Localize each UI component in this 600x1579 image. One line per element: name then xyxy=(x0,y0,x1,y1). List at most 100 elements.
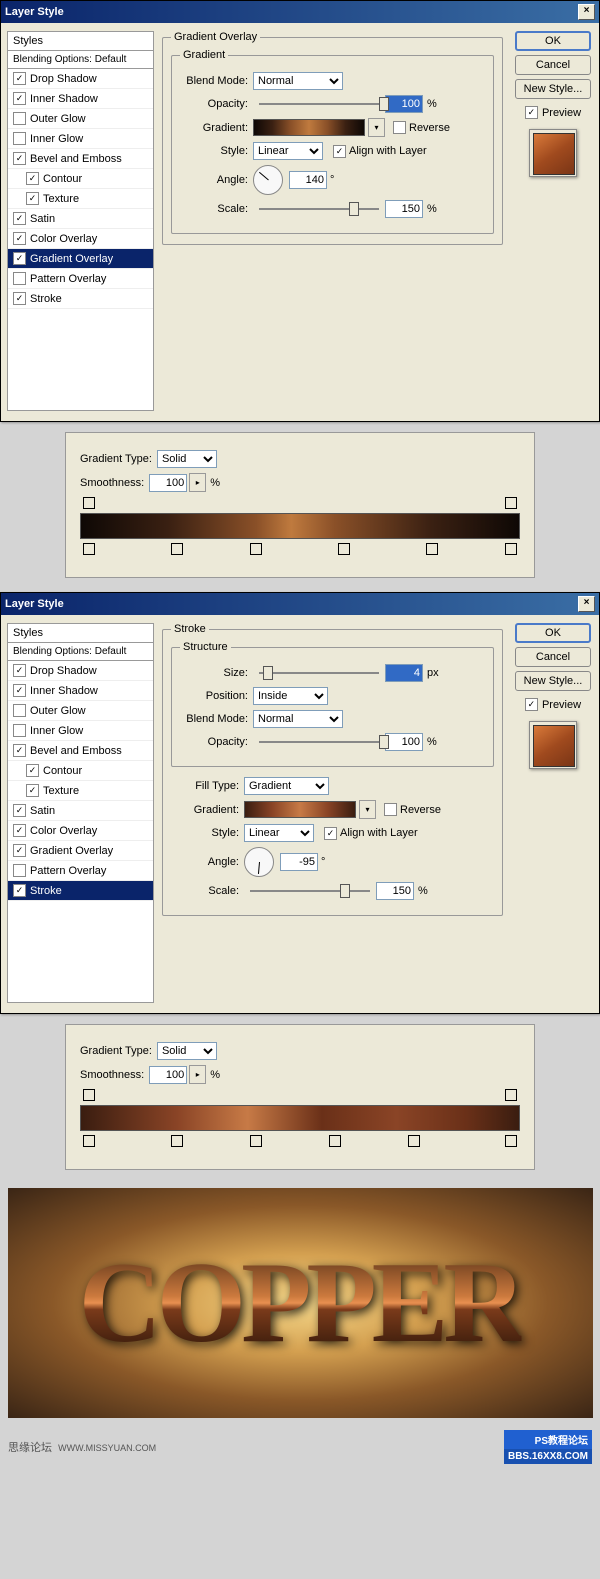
color-stop[interactable] xyxy=(408,1135,420,1147)
style-item-drop-shadow[interactable]: Drop Shadow xyxy=(8,661,153,681)
style-checkbox[interactable] xyxy=(13,664,26,677)
close-icon[interactable]: × xyxy=(578,596,595,612)
style-item-stroke[interactable]: Stroke xyxy=(8,289,153,309)
smoothness-input[interactable] xyxy=(149,1066,187,1084)
angle-input[interactable] xyxy=(280,853,318,871)
style-item-texture[interactable]: Texture xyxy=(8,781,153,801)
opacity-input[interactable] xyxy=(385,95,423,113)
color-stop[interactable] xyxy=(505,543,517,555)
new-style-button[interactable]: New Style... xyxy=(515,79,591,99)
style-item-color-overlay[interactable]: Color Overlay xyxy=(8,821,153,841)
style-checkbox[interactable] xyxy=(13,212,26,225)
style-select[interactable]: Linear xyxy=(253,142,323,160)
opacity-slider[interactable] xyxy=(259,103,379,105)
color-stop[interactable] xyxy=(250,543,262,555)
style-checkbox[interactable] xyxy=(13,824,26,837)
reverse-checkbox[interactable] xyxy=(393,121,406,134)
new-style-button[interactable]: New Style... xyxy=(515,671,591,691)
titlebar[interactable]: Layer Style × xyxy=(1,1,599,23)
preview-checkbox[interactable] xyxy=(525,106,538,119)
style-checkbox[interactable] xyxy=(26,764,39,777)
styles-header[interactable]: Styles xyxy=(8,32,153,51)
style-checkbox[interactable] xyxy=(13,864,26,877)
smoothness-arrow-icon[interactable]: ▸ xyxy=(189,473,206,492)
gradient-dropdown-icon[interactable]: ▾ xyxy=(368,118,385,137)
cancel-button[interactable]: Cancel xyxy=(515,55,591,75)
color-stop[interactable] xyxy=(83,1135,95,1147)
color-stop[interactable] xyxy=(171,543,183,555)
reverse-checkbox[interactable] xyxy=(384,803,397,816)
color-stop[interactable] xyxy=(329,1135,341,1147)
style-item-bevel-and-emboss[interactable]: Bevel and Emboss xyxy=(8,741,153,761)
align-checkbox[interactable] xyxy=(333,145,346,158)
opacity-stop[interactable] xyxy=(83,497,95,509)
style-select[interactable]: Linear xyxy=(244,824,314,842)
smoothness-arrow-icon[interactable]: ▸ xyxy=(189,1065,206,1084)
style-item-gradient-overlay[interactable]: Gradient Overlay xyxy=(8,249,153,269)
titlebar[interactable]: Layer Style × xyxy=(1,593,599,615)
fill-type-select[interactable]: Gradient xyxy=(244,777,329,795)
scale-slider[interactable] xyxy=(250,890,370,892)
style-checkbox[interactable] xyxy=(13,724,26,737)
style-item-inner-glow[interactable]: Inner Glow xyxy=(8,721,153,741)
style-checkbox[interactable] xyxy=(13,744,26,757)
style-item-inner-shadow[interactable]: Inner Shadow xyxy=(8,681,153,701)
style-checkbox[interactable] xyxy=(13,272,26,285)
cancel-button[interactable]: Cancel xyxy=(515,647,591,667)
ok-button[interactable]: OK xyxy=(515,623,591,643)
gradient-preview[interactable] xyxy=(244,801,356,818)
color-stop[interactable] xyxy=(83,543,95,555)
size-input[interactable] xyxy=(385,664,423,682)
opacity-stop[interactable] xyxy=(83,1089,95,1101)
style-checkbox[interactable] xyxy=(13,804,26,817)
style-item-satin[interactable]: Satin xyxy=(8,801,153,821)
color-stop[interactable] xyxy=(426,543,438,555)
opacity-slider[interactable] xyxy=(259,741,379,743)
angle-input[interactable] xyxy=(289,171,327,189)
style-checkbox[interactable] xyxy=(13,152,26,165)
blending-options[interactable]: Blending Options: Default xyxy=(8,643,153,661)
gradient-bar[interactable] xyxy=(80,513,520,539)
grad-type-select[interactable]: Solid xyxy=(157,450,217,468)
style-item-drop-shadow[interactable]: Drop Shadow xyxy=(8,69,153,89)
color-stop[interactable] xyxy=(338,543,350,555)
style-item-inner-glow[interactable]: Inner Glow xyxy=(8,129,153,149)
style-item-satin[interactable]: Satin xyxy=(8,209,153,229)
close-icon[interactable]: × xyxy=(578,4,595,20)
blend-mode-select[interactable]: Normal xyxy=(253,710,343,728)
blend-mode-select[interactable]: Normal xyxy=(253,72,343,90)
grad-type-select[interactable]: Solid xyxy=(157,1042,217,1060)
style-checkbox[interactable] xyxy=(13,844,26,857)
style-checkbox[interactable] xyxy=(13,92,26,105)
gradient-dropdown-icon[interactable]: ▾ xyxy=(359,800,376,819)
preview-checkbox[interactable] xyxy=(525,698,538,711)
style-checkbox[interactable] xyxy=(13,72,26,85)
position-select[interactable]: Inside xyxy=(253,687,328,705)
style-item-pattern-overlay[interactable]: Pattern Overlay xyxy=(8,861,153,881)
angle-dial[interactable] xyxy=(244,847,274,877)
style-item-texture[interactable]: Texture xyxy=(8,189,153,209)
align-checkbox[interactable] xyxy=(324,827,337,840)
ok-button[interactable]: OK xyxy=(515,31,591,51)
style-checkbox[interactable] xyxy=(26,172,39,185)
smoothness-input[interactable] xyxy=(149,474,187,492)
scale-input[interactable] xyxy=(376,882,414,900)
style-checkbox[interactable] xyxy=(13,704,26,717)
style-item-contour[interactable]: Contour xyxy=(8,169,153,189)
style-item-stroke[interactable]: Stroke xyxy=(8,881,153,901)
styles-header[interactable]: Styles xyxy=(8,624,153,643)
style-item-outer-glow[interactable]: Outer Glow xyxy=(8,109,153,129)
gradient-preview[interactable] xyxy=(253,119,365,136)
style-checkbox[interactable] xyxy=(13,132,26,145)
scale-slider[interactable] xyxy=(259,208,379,210)
scale-input[interactable] xyxy=(385,200,423,218)
color-stop[interactable] xyxy=(505,1135,517,1147)
gradient-bar[interactable] xyxy=(80,1105,520,1131)
color-stop[interactable] xyxy=(250,1135,262,1147)
style-item-inner-shadow[interactable]: Inner Shadow xyxy=(8,89,153,109)
style-item-outer-glow[interactable]: Outer Glow xyxy=(8,701,153,721)
blending-options[interactable]: Blending Options: Default xyxy=(8,51,153,69)
opacity-stop[interactable] xyxy=(505,497,517,509)
size-slider[interactable] xyxy=(259,672,379,674)
style-checkbox[interactable] xyxy=(13,292,26,305)
